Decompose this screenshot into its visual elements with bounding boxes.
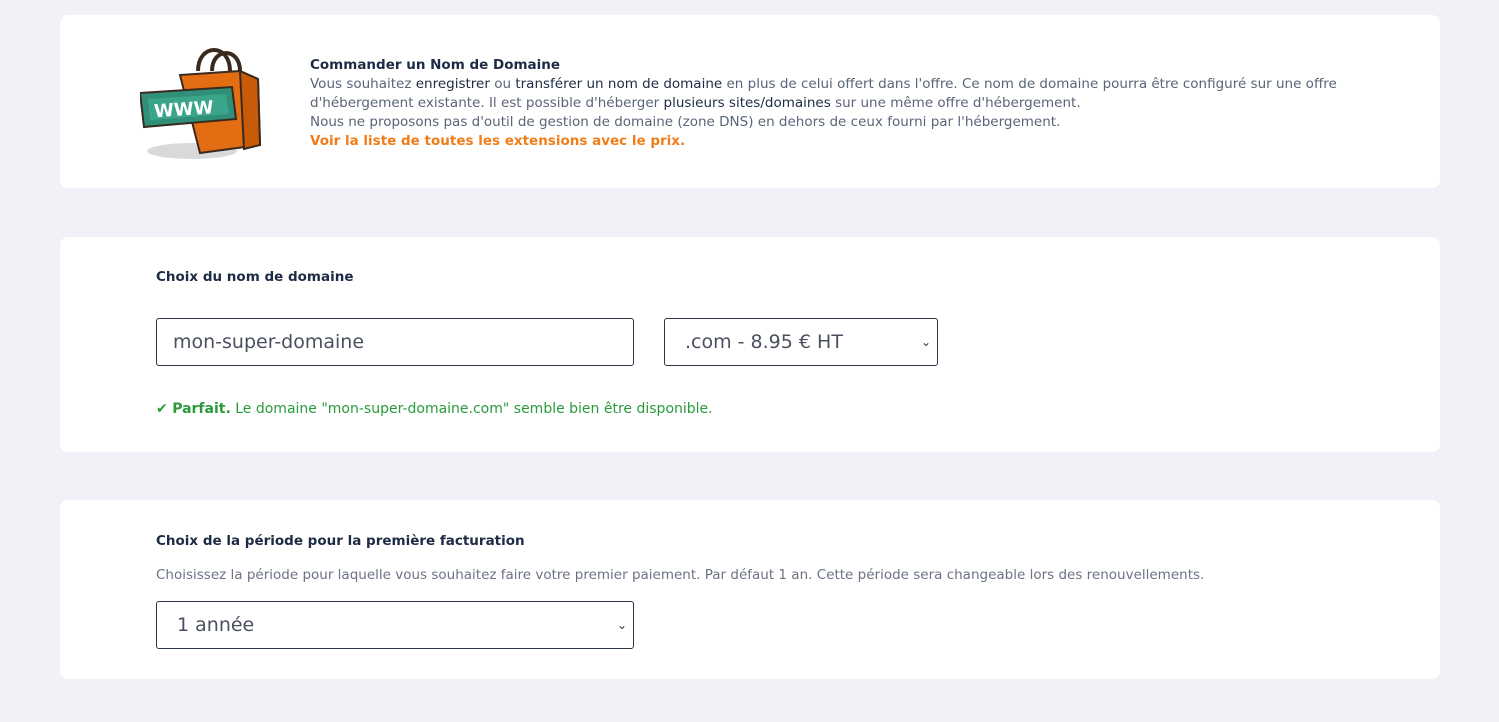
period-select-value: 1 année bbox=[177, 614, 255, 636]
order-domain-card: WWW Commander un Nom de Domaine Vous sou… bbox=[60, 15, 1440, 188]
order-dns-note: Nous ne proposons pas d'outil de gestion… bbox=[310, 114, 1061, 130]
domain-name-input[interactable]: mon-super-domaine bbox=[156, 318, 634, 366]
svg-text:WWW: WWW bbox=[153, 97, 214, 122]
availability-status: ✔ Parfait. Le domaine "mon-super-domaine… bbox=[156, 401, 713, 417]
period-section-title: Choix de la période pour la première fac… bbox=[156, 533, 525, 549]
order-intro: Commander un Nom de Domaine Vous souhait… bbox=[310, 56, 1410, 151]
domain-choice-card: Choix du nom de domaine mon-super-domain… bbox=[60, 237, 1440, 452]
extension-select-value: .com - 8.95 € HT bbox=[685, 331, 843, 353]
chevron-down-icon: ⌄ bbox=[616, 618, 627, 632]
order-description: Vous souhaitez enregistrer ou transférer… bbox=[310, 76, 1337, 111]
period-select[interactable]: 1 année ⌄ bbox=[156, 601, 634, 649]
chevron-down-icon: ⌄ bbox=[920, 335, 931, 349]
domain-section-title: Choix du nom de domaine bbox=[156, 269, 354, 285]
shopping-bag-www-icon: WWW bbox=[140, 48, 262, 159]
billing-period-card: Choix de la période pour la première fac… bbox=[60, 500, 1440, 679]
order-title: Commander un Nom de Domaine bbox=[310, 57, 561, 73]
extensions-price-link[interactable]: Voir la liste de toutes les extensions a… bbox=[310, 132, 1410, 151]
check-icon: ✔ bbox=[156, 401, 168, 417]
extension-select[interactable]: .com - 8.95 € HT ⌄ bbox=[664, 318, 938, 366]
period-hint: Choisissez la période pour laquelle vous… bbox=[156, 567, 1205, 583]
